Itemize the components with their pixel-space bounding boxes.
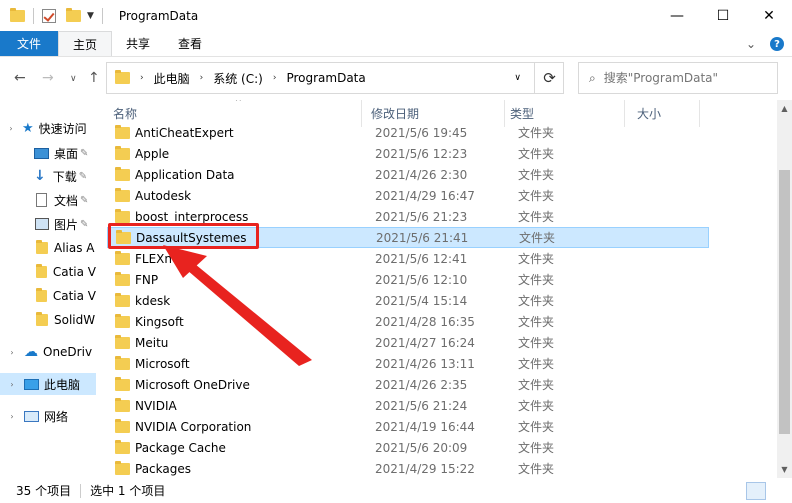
- details-view-icon[interactable]: [746, 482, 766, 500]
- view-buttons: [746, 482, 788, 500]
- annotation-arrow: [163, 245, 312, 366]
- scrollbar-thumb[interactable]: [779, 170, 790, 434]
- vertical-scrollbar[interactable]: ▲ ▼: [777, 100, 792, 478]
- status-bar: 35 个项目 选中 1 个项目: [0, 478, 792, 503]
- item-count: 35 个项目: [16, 484, 72, 498]
- scroll-down-icon[interactable]: ▼: [777, 461, 792, 478]
- arrow-shaft: [180, 255, 312, 366]
- large-icons-view-icon[interactable]: [768, 482, 788, 500]
- selected-count: 选中 1 个项目: [90, 484, 166, 498]
- divider: [80, 483, 82, 498]
- scroll-up-icon[interactable]: ▲: [777, 100, 792, 117]
